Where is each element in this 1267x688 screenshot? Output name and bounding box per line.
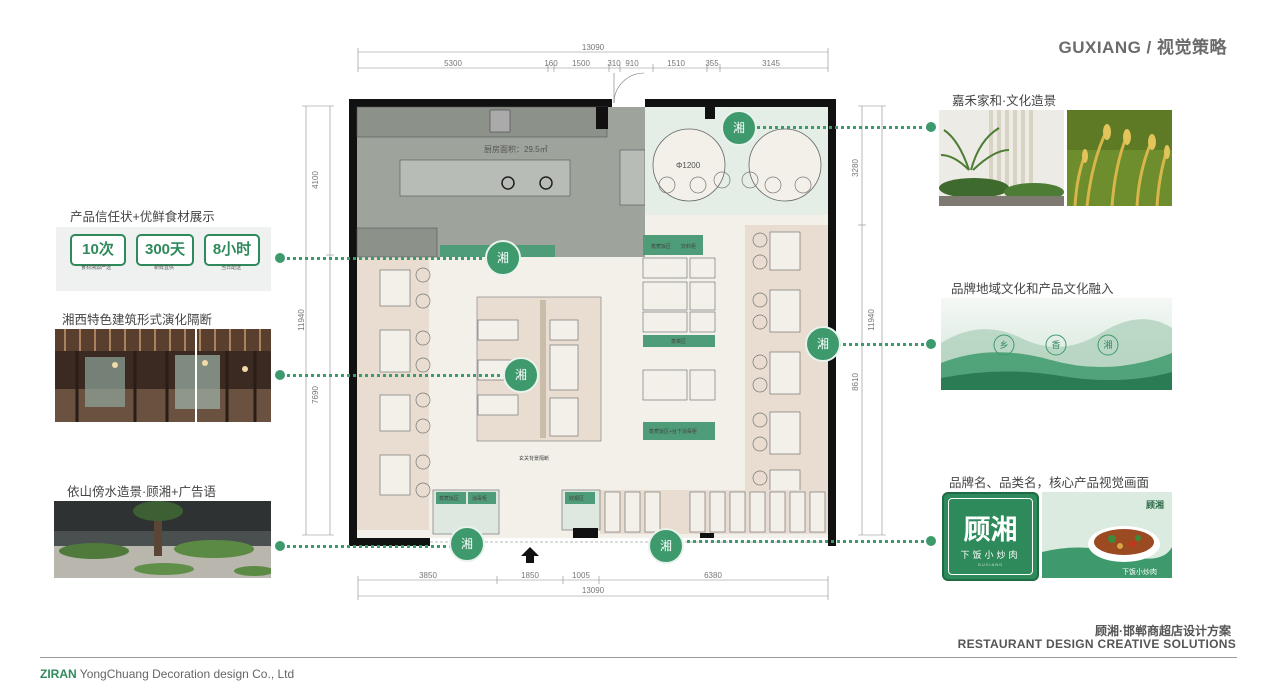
xiang-marker-6: 湘 xyxy=(648,528,684,564)
dim-right-0: 3280 xyxy=(851,159,860,177)
connector-dot-landscape xyxy=(275,541,285,551)
connector-landscape xyxy=(280,545,465,548)
zone-label-4: 蒸煮饭区+台下消毒柜 xyxy=(649,428,697,435)
dim-bottom-2: 1005 xyxy=(572,571,590,580)
connector-partition xyxy=(280,374,520,377)
dim-top-6: 355 xyxy=(705,59,719,68)
xiang-marker-2: 湘 xyxy=(503,357,539,393)
round-table-label: Φ1200 xyxy=(676,161,701,170)
connector-dot-brand xyxy=(926,536,936,546)
dim-right-1: 11940 xyxy=(867,309,876,331)
dim-top-0: 5300 xyxy=(444,59,462,68)
connector-regional xyxy=(838,343,930,346)
footer-divider xyxy=(40,657,1237,658)
zone-label-6: 玄关背景隔断 xyxy=(519,455,549,462)
xiang-marker-1: 湘 xyxy=(485,240,521,276)
connector-trust xyxy=(280,257,502,260)
xiang-marker-4: 湘 xyxy=(721,110,757,146)
kitchen-area-label: 厨房面积：29.5㎡ xyxy=(484,144,548,154)
connector-culture xyxy=(738,126,930,129)
connector-dot-trust xyxy=(275,253,285,263)
dim-top-2: 1500 xyxy=(572,59,590,68)
zone-label-5: 收银区 xyxy=(569,495,584,502)
dim-top-5: 1510 xyxy=(667,59,685,68)
zone-label-7: 蒸煮饭区 xyxy=(439,495,459,502)
dim-right-2: 8610 xyxy=(851,373,860,391)
dim-top-4: 910 xyxy=(625,59,639,68)
dim-bottom-3: 6380 xyxy=(704,571,722,580)
dim-top-total: 13090 xyxy=(582,43,605,52)
dim-top-1: 160 xyxy=(544,59,558,68)
connector-dot-partition xyxy=(275,370,285,380)
xiang-marker-5: 湘 xyxy=(805,326,841,362)
dim-left-2: 7690 xyxy=(311,386,320,404)
dim-bottom-1: 1850 xyxy=(521,571,539,580)
dim-left-0: 4100 xyxy=(311,171,320,189)
footer-brand-bold: ZIRAN xyxy=(40,667,77,681)
zone-label-8: 消毒柜 xyxy=(472,495,487,502)
footer-company: ZIRAN YongChuang Decoration design Co., … xyxy=(40,667,294,681)
zone-label-2: 饮料柜 xyxy=(681,243,696,250)
connector-dot-regional xyxy=(926,339,936,349)
zone-label-1: 蒸煮饭区 xyxy=(651,243,671,250)
dim-top-3: 310 xyxy=(607,59,621,68)
dim-bottom-0: 3850 xyxy=(419,571,437,580)
connector-brand xyxy=(680,540,930,543)
zone-label-3: 蒸菜区 xyxy=(671,338,686,345)
connector-dot-culture xyxy=(926,122,936,132)
dim-bottom-total: 13090 xyxy=(582,586,605,595)
footer-company-name: YongChuang Decoration design Co., Ltd xyxy=(76,667,295,681)
footer-subtitle: RESTAURANT DESIGN CREATIVE SOLUTIONS xyxy=(957,637,1236,651)
dim-top-7: 3145 xyxy=(762,59,780,68)
xiang-marker-3: 湘 xyxy=(449,526,485,562)
dim-left-1: 11940 xyxy=(297,309,306,331)
floor-plan: 13090 5300 160 1500 310 910 1510 355 3145 3850 185… xyxy=(297,43,886,600)
